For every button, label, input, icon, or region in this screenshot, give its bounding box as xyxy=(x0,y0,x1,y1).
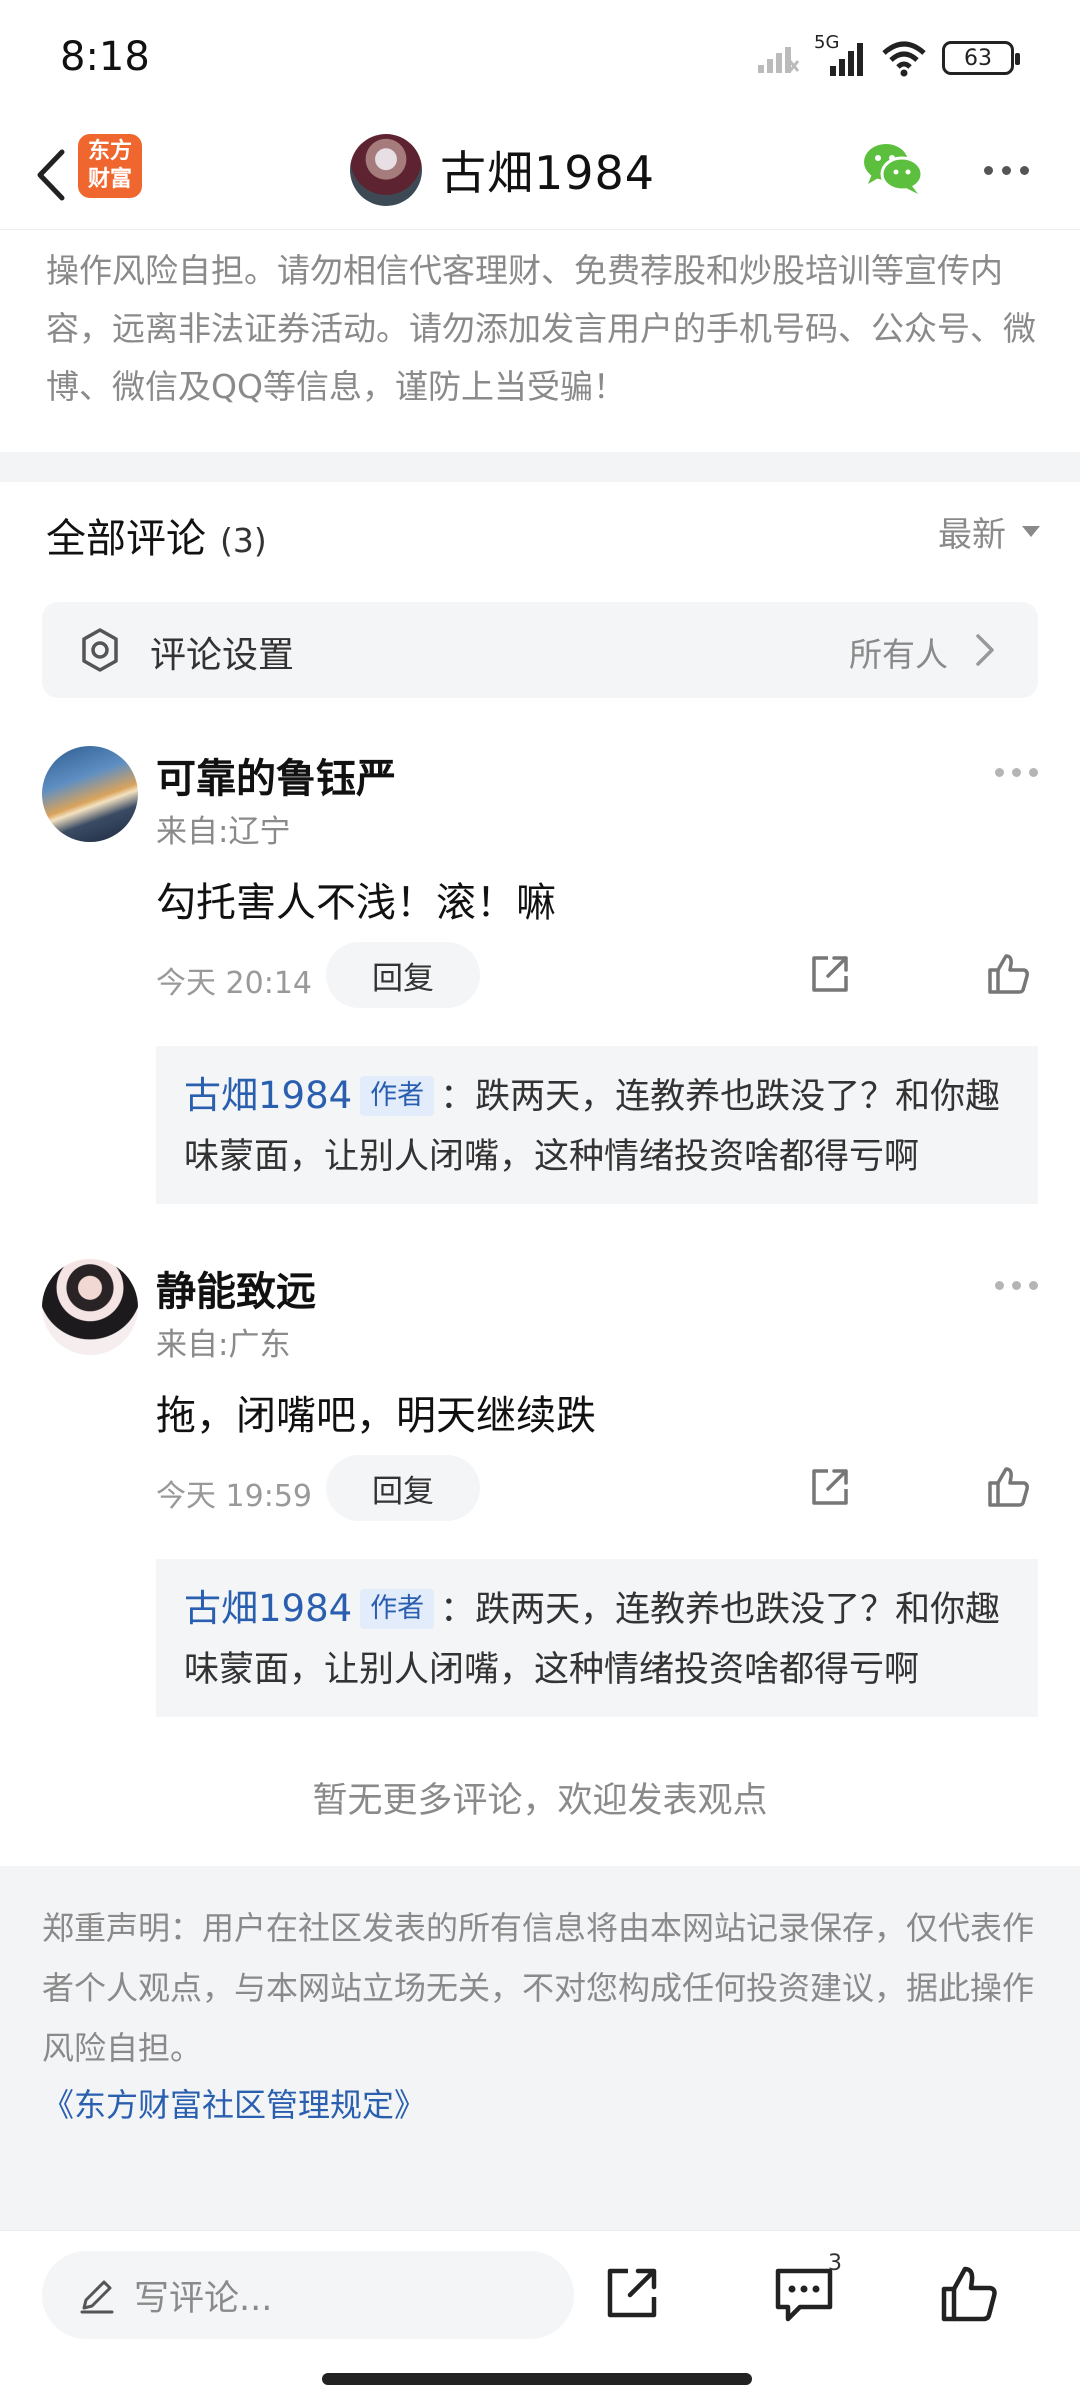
community-rules-link[interactable]: 《东方财富社区管理规定》 xyxy=(42,2078,1038,2132)
comment-author[interactable]: 可靠的鲁钰严 xyxy=(156,746,396,804)
thumbs-up-icon[interactable] xyxy=(984,950,1032,998)
home-indicator[interactable] xyxy=(322,2373,752,2385)
dot-icon xyxy=(1012,1281,1021,1290)
more-options-button[interactable] xyxy=(976,150,1036,190)
reply-author[interactable]: 古畑1984 xyxy=(184,1074,352,1117)
comment-item: 可靠的鲁钰严 来自:辽宁 勾托害人不浅！滚！嘛 今天 20:14 回复 古畑19… xyxy=(0,746,1080,1206)
avatar[interactable] xyxy=(350,134,422,206)
risk-notice: 操作风险自担。请勿相信代客理财、免费荐股和炒股培训等宣传内容，远离非法证券活动。… xyxy=(46,251,1036,406)
page-title: 古畑1984 xyxy=(440,146,656,200)
comment-location: 来自:辽宁 xyxy=(156,814,291,850)
dot-icon xyxy=(995,1281,1004,1290)
comments-count: (3) xyxy=(220,521,267,560)
no-more-comments: 暂无更多评论，欢迎发表观点 xyxy=(312,1781,768,1821)
battery-icon: 63 xyxy=(942,41,1020,75)
cellular-signal-icon: 5G xyxy=(814,32,866,78)
comment-count-badge: 3 xyxy=(828,2251,842,2276)
comment-settings-label: 评论设置 xyxy=(150,635,295,676)
share-icon[interactable] xyxy=(808,1465,852,1509)
brand-logo-line2: 财富 xyxy=(87,167,132,192)
share-icon[interactable] xyxy=(808,952,852,996)
avatar[interactable] xyxy=(42,746,138,842)
reply-author[interactable]: 古畑1984 xyxy=(184,1587,352,1630)
pencil-icon xyxy=(80,2280,114,2314)
gear-icon xyxy=(82,628,118,672)
dot-icon xyxy=(1029,1281,1038,1290)
status-icons: 5G 63 xyxy=(756,32,1020,80)
comment-time: 今天 19:59 xyxy=(156,1479,312,1514)
comment-more-button[interactable] xyxy=(995,1281,1038,1290)
comment-settings-value: 所有人 xyxy=(849,635,948,674)
sort-dropdown[interactable]: 最新 xyxy=(938,506,1040,556)
comment-item: 静能致远 来自:广东 拖，闭嘴吧，明天继续跌 今天 19:59 回复 古畑198… xyxy=(0,1259,1080,1719)
sort-label: 最新 xyxy=(938,514,1006,555)
nav-profile[interactable]: 古畑1984 xyxy=(350,130,655,210)
comment-author[interactable]: 静能致远 xyxy=(156,1259,316,1317)
comment-location: 来自:广东 xyxy=(156,1327,291,1363)
reply-button[interactable]: 回复 xyxy=(326,1455,480,1521)
dot-icon xyxy=(983,165,993,175)
battery-level: 63 xyxy=(964,45,992,71)
author-reply[interactable]: 古畑1984 作者 ：跌两天，连教养也跌没了？和你趣味蒙面，让别人闭嘴，这种情绪投资… xyxy=(156,1046,1038,1204)
author-reply[interactable]: 古畑1984 作者 ：跌两天，连教养也跌没了？和你趣味蒙面，让别人闭嘴，这种情绪投资… xyxy=(156,1559,1038,1717)
network-type-label: 5G xyxy=(814,32,840,53)
caret-down-icon xyxy=(1022,525,1040,537)
status-bar: 8:18 5G 63 xyxy=(0,0,1080,120)
wifi-icon xyxy=(882,41,926,77)
comments-header: 全部评论 (3) xyxy=(46,506,267,566)
nav-bar: 东方 财富 古畑1984 xyxy=(0,120,1080,230)
comment-settings-row[interactable]: 评论设置 所有人 xyxy=(42,602,1038,698)
author-badge: 作者 xyxy=(360,1076,435,1116)
chevron-left-icon xyxy=(37,149,65,201)
thumbs-up-icon[interactable] xyxy=(938,2263,1000,2325)
dot-icon xyxy=(1029,768,1038,777)
avatar[interactable] xyxy=(42,1259,138,1355)
bottom-bar: 写评论... 3 xyxy=(0,2230,1080,2400)
disclaimer-text: 郑重声明：用户在社区发表的所有信息将由本网站记录保存，仅代表作者个人观点，与本网… xyxy=(42,1909,1035,2067)
comments-title: 全部评论 xyxy=(46,516,206,562)
dot-icon xyxy=(995,768,1004,777)
comment-time: 今天 20:14 xyxy=(156,966,312,1001)
dot-icon xyxy=(1019,165,1029,175)
write-comment-input[interactable]: 写评论... xyxy=(42,2251,574,2339)
back-button[interactable] xyxy=(18,140,82,210)
thumbs-up-icon[interactable] xyxy=(984,1463,1032,1511)
brand-logo[interactable]: 东方 财富 xyxy=(78,134,142,198)
write-comment-placeholder: 写评论... xyxy=(134,2278,273,2319)
comment-text: 拖，闭嘴吧，明天继续跌 xyxy=(156,1393,596,1439)
author-badge: 作者 xyxy=(360,1589,435,1629)
brand-logo-line1: 东方 xyxy=(87,139,132,164)
wechat-icon[interactable] xyxy=(862,140,924,196)
share-icon[interactable] xyxy=(602,2263,662,2323)
reply-button[interactable]: 回复 xyxy=(326,942,480,1008)
comment-text: 勾托害人不浅！滚！嘛 xyxy=(156,880,556,926)
comment-icon[interactable] xyxy=(772,2263,836,2325)
status-time: 8:18 xyxy=(60,34,150,80)
chevron-right-icon xyxy=(976,634,994,666)
dot-icon xyxy=(1001,165,1011,175)
dot-icon xyxy=(1012,768,1021,777)
disclaimer: 郑重声明：用户在社区发表的所有信息将由本网站记录保存，仅代表作者个人观点，与本网… xyxy=(0,1866,1080,2230)
comment-more-button[interactable] xyxy=(995,768,1038,777)
section-divider xyxy=(0,452,1080,482)
signal-weak-icon xyxy=(758,47,800,73)
